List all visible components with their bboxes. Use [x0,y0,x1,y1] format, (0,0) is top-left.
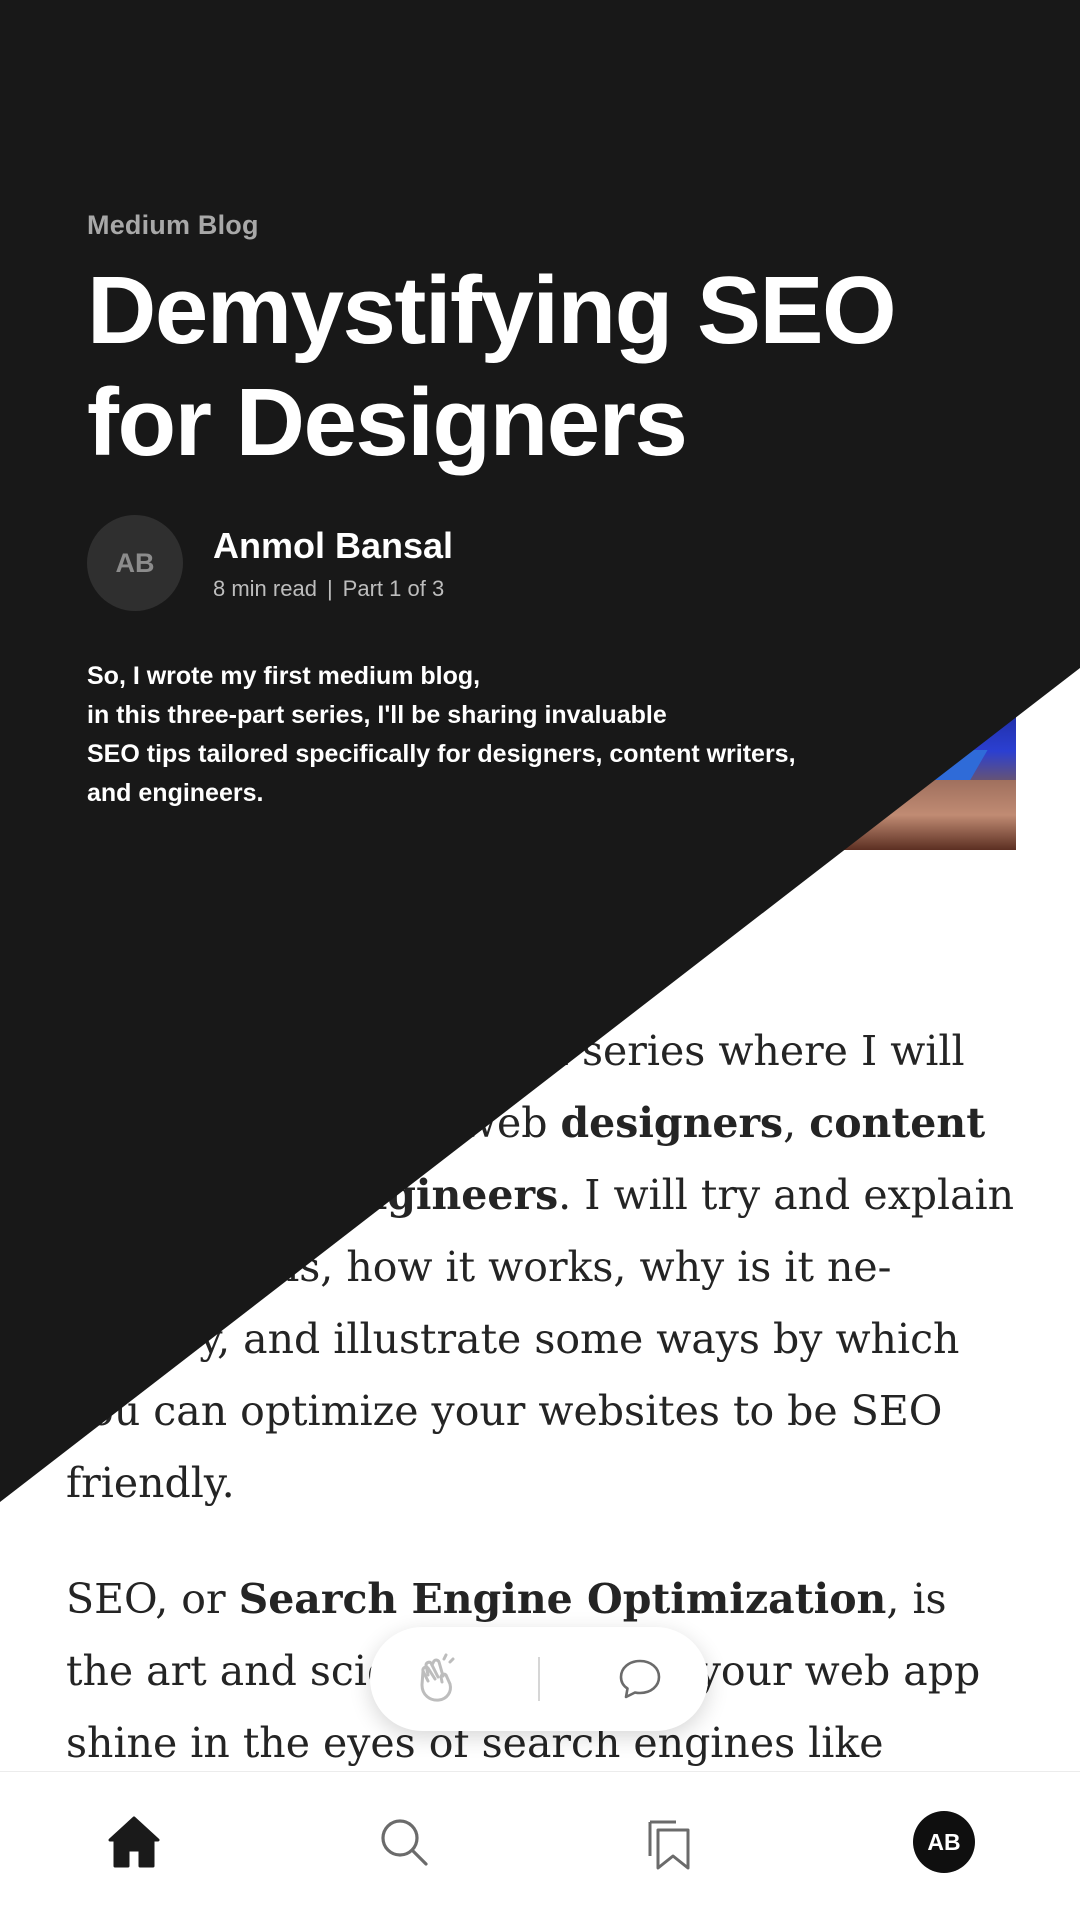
intro-line: in this three-part series, I'll be shari… [87,701,667,729]
clap-button[interactable] [403,1644,473,1714]
intro-line: SEO tips tailored specifically for desig… [87,740,796,768]
reaction-divider [537,1657,540,1701]
nav-search[interactable] [368,1806,440,1878]
article-title: Demystifying SEO for Designers [87,255,1007,479]
reaction-bar [370,1627,708,1731]
author-name[interactable]: Anmol Bansal [213,524,453,568]
bottom-nav: AB [0,1771,1080,1920]
article-title-line-2: for Designers [87,369,688,476]
search-icon [381,1819,428,1866]
article-intro: So, I wrote my first medium blog, in thi… [87,657,907,813]
comment-icon [620,1659,661,1699]
author-meta: 8 min read | Part 1 of 3 [213,576,453,602]
intro-line: So, I wrote my first medium blog, [87,662,481,690]
nav-profile[interactable]: AB [908,1806,980,1878]
author-avatar[interactable]: AB [87,515,183,611]
author-row: AB Anmol Bansal 8 min read | Part 1 of 3 [87,515,1007,611]
profile-avatar: AB [913,1811,975,1873]
meta-separator: | [326,576,333,601]
publication-name[interactable]: Medium Blog [87,210,1007,241]
series-part: Part 1 of 3 [342,576,445,601]
article-screen: This is the first part of a series where… [0,0,1080,1920]
clap-icon [420,1653,455,1702]
intro-line: and engineers. [87,779,264,807]
nav-bookmarks[interactable] [634,1806,706,1878]
comment-button[interactable] [605,1644,675,1714]
article-title-line-1: Demystifying SEO [87,257,897,364]
read-time: 8 min read [213,576,317,601]
author-info: Anmol Bansal 8 min read | Part 1 of 3 [213,524,453,602]
article-header: Medium Blog Demystifying SEO for Designe… [87,210,1007,813]
nav-home[interactable] [98,1806,170,1878]
bookmarks-icon [648,1820,690,1870]
home-icon [108,1816,160,1868]
